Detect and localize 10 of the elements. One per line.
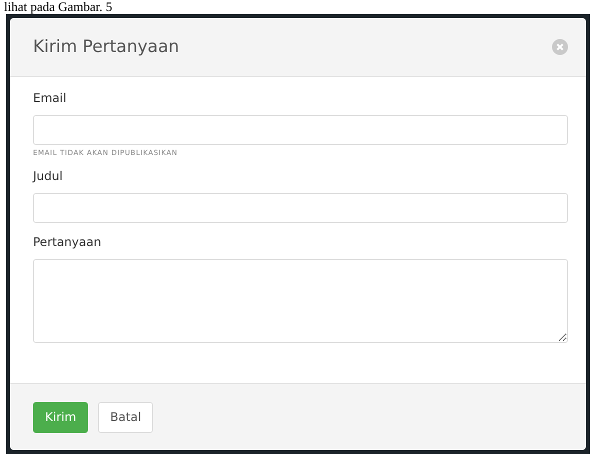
input-field[interactable] — [33, 193, 568, 223]
text-area[interactable] — [33, 259, 568, 343]
dialog-title: Kirim Pertanyaan — [33, 37, 180, 57]
input-field[interactable] — [33, 115, 568, 145]
field-label: Email — [33, 91, 68, 105]
cancel-button[interactable]: Batal — [98, 402, 154, 432]
field-label: Pertanyaan — [33, 235, 102, 249]
document-text: lihat pada Gambar. 5 — [4, 0, 112, 14]
field-label: Judul — [33, 169, 64, 183]
close-icon[interactable] — [552, 39, 568, 55]
